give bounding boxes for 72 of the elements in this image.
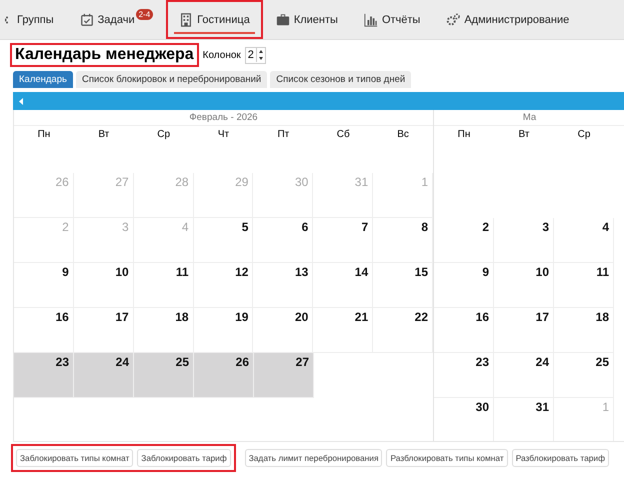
weekday-label: Пт xyxy=(276,128,290,142)
weekday-label: Вт xyxy=(518,128,530,142)
action-button[interactable]: Задать лимит перебронирования xyxy=(244,449,382,467)
day-cell[interactable]: 10 xyxy=(74,263,134,308)
day-cell[interactable]: 15 xyxy=(373,263,434,308)
day-cell[interactable]: 18 xyxy=(134,308,194,353)
action-button[interactable]: Разблокировать тариф xyxy=(512,449,610,467)
action-button[interactable]: Заблокировать типы комнат xyxy=(16,449,134,467)
weekday-label: Чт xyxy=(216,128,230,142)
nav-item[interactable]: Администрирование xyxy=(433,0,582,39)
day-cell[interactable]: 17 xyxy=(74,308,134,353)
nav-item[interactable]: Отчёты xyxy=(350,0,434,39)
day-cell[interactable]: 6 xyxy=(253,218,314,263)
tab[interactable]: Список блокировок и перебронирований xyxy=(76,71,268,88)
day-cell[interactable]: 24 xyxy=(74,353,134,398)
page-title: Календарь менеджера xyxy=(10,43,199,67)
day-cell[interactable]: 14 xyxy=(313,263,374,308)
up-caret-icon[interactable] xyxy=(256,48,265,55)
day-cell[interactable]: 23 xyxy=(434,353,494,398)
day-cell[interactable]: 16 xyxy=(14,308,74,353)
weekday-label: Ср xyxy=(156,128,172,142)
month-title: Февраль - 2026 xyxy=(14,110,433,126)
day-cell[interactable]: 27 xyxy=(254,353,314,398)
day-cell[interactable]: 9 xyxy=(434,263,494,308)
nav-item[interactable]: Клиенты xyxy=(262,0,351,39)
day-cell[interactable]: 24 xyxy=(494,353,554,398)
day-cell[interactable]: 7 xyxy=(313,218,374,263)
columns-label: Колонок xyxy=(202,50,241,60)
day-cell[interactable]: 16 xyxy=(434,308,494,353)
briefcase-icon xyxy=(276,12,290,26)
weekday-label: Сб xyxy=(336,128,351,142)
weekday-label: Пн xyxy=(36,128,52,142)
day-cell[interactable]: 25 xyxy=(134,353,194,398)
nav-item[interactable]: Гостиница xyxy=(166,0,263,39)
day-cell[interactable]: 12 xyxy=(194,263,254,308)
day-cell[interactable]: 26 xyxy=(194,353,254,398)
tab[interactable]: Список сезонов и типов дней xyxy=(270,71,412,88)
down-caret-icon[interactable] xyxy=(256,55,265,62)
weekday-label: Вт xyxy=(97,128,110,142)
day-cell[interactable]: 11 xyxy=(134,263,194,308)
day-cell[interactable]: 20 xyxy=(253,308,314,353)
day-cell[interactable]: 3 xyxy=(494,218,554,263)
day-cell[interactable]: 19 xyxy=(194,308,254,353)
day-cell[interactable]: 2 xyxy=(434,218,494,263)
month-title: Ма xyxy=(434,110,624,126)
tab[interactable]: Календарь xyxy=(13,71,73,88)
day-cell[interactable]: 17 xyxy=(494,308,554,353)
left-arrow-icon[interactable] xyxy=(19,98,24,104)
weekday-label: Вс xyxy=(396,128,410,142)
nav-item[interactable]: Задачи 2-4 xyxy=(66,0,166,39)
day-cell[interactable]: 18 xyxy=(554,308,614,353)
day-cell[interactable]: 25 xyxy=(554,353,614,398)
weekday-label: Ср xyxy=(576,128,592,142)
calendar-check-icon xyxy=(80,12,94,26)
bar-chart-icon xyxy=(364,12,378,26)
day-cell[interactable]: 8 xyxy=(373,218,434,263)
day-cell[interactable]: 22 xyxy=(373,308,434,353)
action-button[interactable]: Разблокировать типы комнат xyxy=(386,449,508,467)
weekday-label: Пн xyxy=(456,128,472,142)
day-cell[interactable]: 9 xyxy=(14,263,74,308)
day-cell[interactable]: 23 xyxy=(14,353,74,398)
count-badge: 2-4 xyxy=(136,9,154,20)
action-button[interactable]: Заблокировать тариф xyxy=(137,449,231,467)
day-cell[interactable]: 5 xyxy=(194,218,254,263)
day-cell[interactable]: 21 xyxy=(313,308,374,353)
columns-spinner[interactable]: 2 xyxy=(244,46,266,64)
day-cell[interactable]: 13 xyxy=(253,263,314,308)
day-cell[interactable]: 4 xyxy=(554,218,614,263)
day-cell[interactable]: 11 xyxy=(554,263,614,308)
day-cell[interactable]: 10 xyxy=(494,263,554,308)
building-icon xyxy=(179,12,194,26)
nav-item[interactable]: Группы xyxy=(0,0,67,39)
